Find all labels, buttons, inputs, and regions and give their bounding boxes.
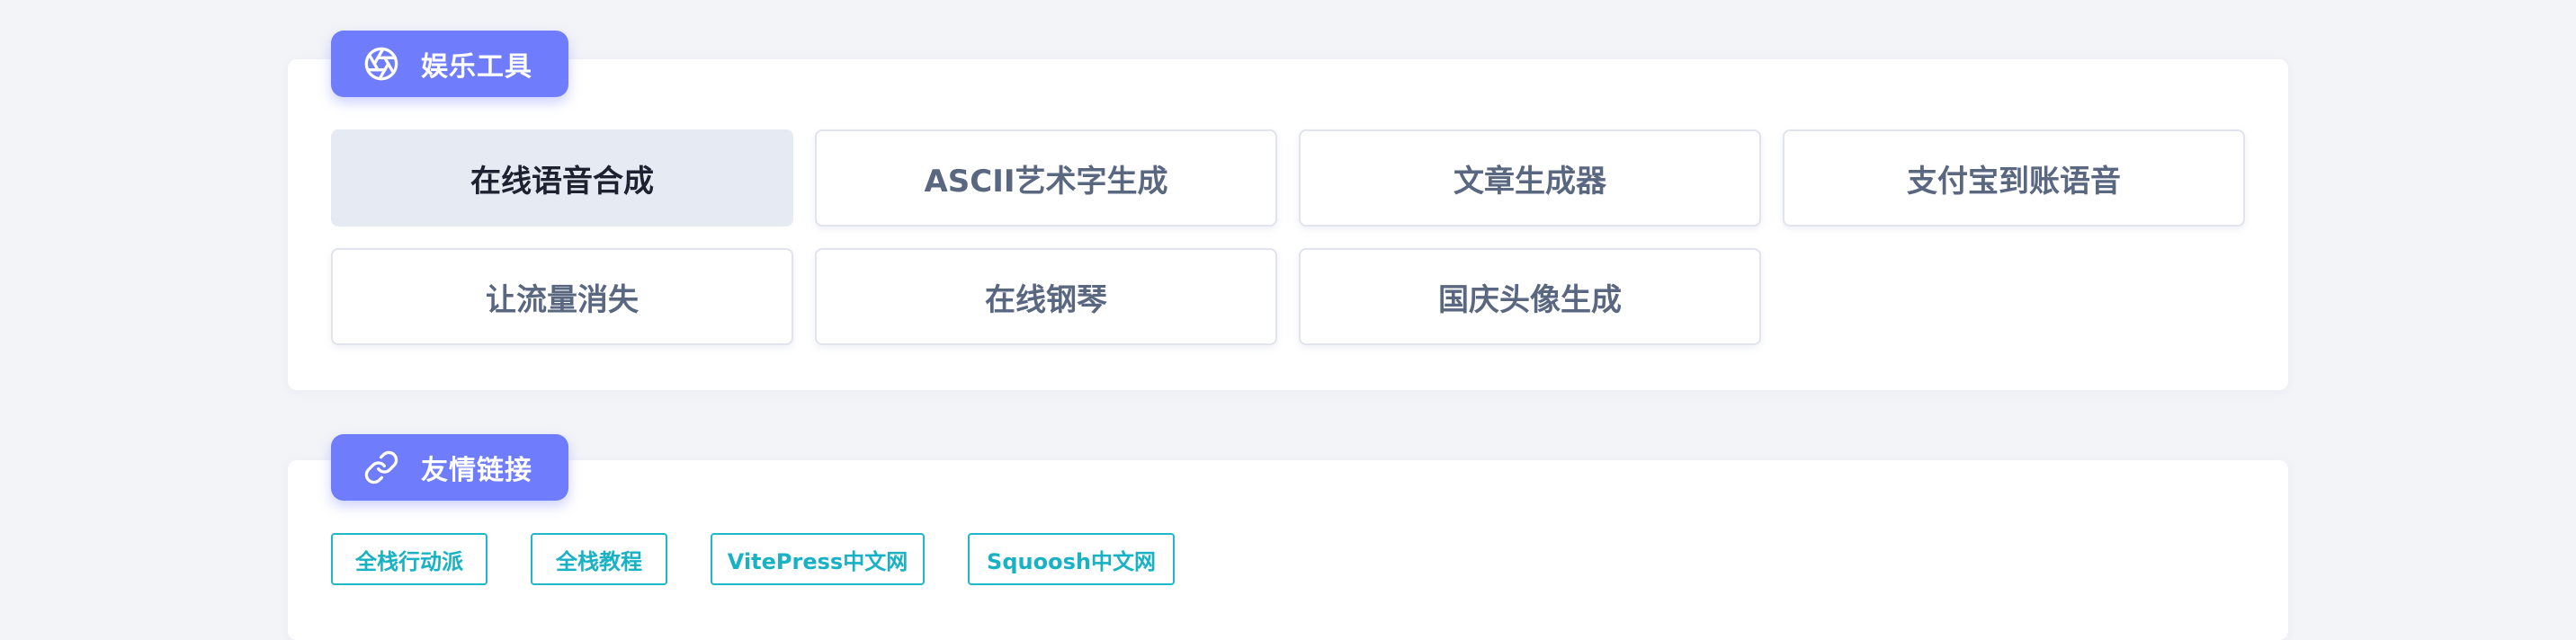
link-quanzhan-jiaocheng[interactable]: 全栈教程 [531, 533, 667, 585]
link-vitepress-cn[interactable]: VitePress中文网 [711, 533, 925, 585]
friend-links-row: 全栈行动派 全栈教程 VitePress中文网 Squoosh中文网 [331, 533, 1175, 585]
tool-online-tts[interactable]: 在线语音合成 [331, 129, 793, 227]
tool-national-day-avatar[interactable]: 国庆头像生成 [1299, 248, 1761, 345]
tool-article-generator[interactable]: 文章生成器 [1299, 129, 1761, 227]
aperture-icon [363, 46, 399, 82]
link-quanzhan-xingdongpai[interactable]: 全栈行动派 [331, 533, 487, 585]
entertainment-section-title: 娱乐工具 [421, 51, 532, 83]
entertainment-tool-grid: 在线语音合成 ASCII艺术字生成 文章生成器 支付宝到账语音 让流量消失 在线… [331, 129, 2245, 345]
tool-make-traffic-disappear[interactable]: 让流量消失 [331, 248, 793, 345]
tool-alipay-voice[interactable]: 支付宝到账语音 [1783, 129, 2245, 227]
link-icon [363, 449, 399, 485]
tool-online-piano[interactable]: 在线钢琴 [815, 248, 1277, 345]
links-section-title: 友情链接 [421, 455, 532, 486]
entertainment-section-badge: 娱乐工具 [331, 31, 568, 97]
links-section-badge: 友情链接 [331, 434, 568, 501]
tool-ascii-art[interactable]: ASCII艺术字生成 [815, 129, 1277, 227]
link-squoosh-cn[interactable]: Squoosh中文网 [968, 533, 1175, 585]
